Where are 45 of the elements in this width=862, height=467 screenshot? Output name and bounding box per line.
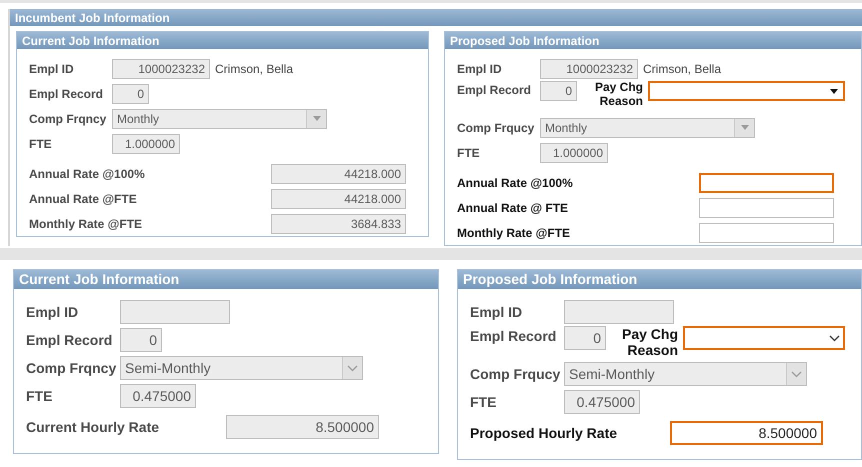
employee-name: Crimson, Bella: [643, 60, 722, 78]
field-label: Proposed Hourly Rate: [470, 424, 618, 443]
chevron-down-icon: [828, 334, 840, 342]
field-label: FTE: [457, 144, 481, 162]
group-title: Current Job Information: [17, 32, 428, 49]
group-title: Current Job Information: [14, 270, 438, 289]
field-label: Annual Rate @ FTE: [457, 200, 570, 216]
section-title: Incumbent Job Information: [10, 9, 862, 26]
chevron-down-icon: [791, 370, 802, 378]
field-label: Pay Chg Reason: [594, 81, 643, 109]
field-label: Empl ID: [29, 60, 75, 78]
chevron-down-icon: [347, 364, 358, 372]
input-field[interactable]: [699, 222, 834, 242]
field-label: Monthly Rate @FTE: [29, 216, 144, 232]
field-label: Current Hourly Rate: [26, 418, 160, 437]
group-title: Proposed Job Information: [445, 32, 861, 49]
field-label: Empl Record: [457, 82, 532, 99]
dropdown-arrow-icon: [830, 88, 838, 94]
dropdown-arrow-icon: [740, 125, 748, 130]
field-label: Empl ID: [457, 60, 503, 78]
field-label: Monthly Rate @FTE: [457, 224, 572, 242]
field-label: Empl ID: [26, 302, 80, 322]
field-label: Pay Chg Reason: [620, 326, 678, 358]
field-label: FTE: [29, 136, 53, 152]
field-label: Comp Frqucy: [457, 120, 536, 136]
field-label: Empl Record: [29, 86, 104, 102]
field-label: Annual Rate @FTE: [29, 190, 138, 208]
field-label: FTE: [26, 386, 54, 406]
field-label: Empl ID: [470, 302, 524, 322]
field-label: Annual Rate @100%: [457, 174, 574, 192]
field-label: FTE: [470, 392, 498, 412]
dropdown[interactable]: [648, 81, 845, 101]
field-label: Comp Frqucy: [470, 364, 562, 384]
employee-name: Crimson, Bella: [215, 60, 294, 78]
input-field[interactable]: [699, 198, 834, 218]
input-field[interactable]: [699, 172, 834, 192]
dropdown-arrow-icon: [312, 116, 320, 121]
field-label: Comp Frqncy: [26, 358, 118, 378]
field-label: Annual Rate @100%: [29, 166, 146, 182]
dropdown[interactable]: [683, 326, 845, 350]
field-label: Empl Record: [470, 327, 558, 346]
input-field[interactable]: 8.500000: [670, 421, 823, 445]
field-label: Comp Frqncy: [29, 110, 108, 128]
field-label: Empl Record: [26, 330, 114, 350]
group-title: Proposed Job Information: [458, 270, 861, 289]
